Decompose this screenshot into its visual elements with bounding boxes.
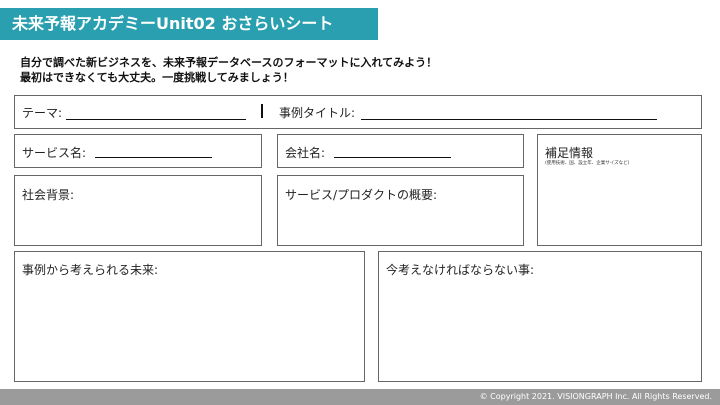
supplement-label: 補足情報 bbox=[545, 146, 594, 160]
intro-text: 自分で調べた新ビジネスを、未来予報データベースのフォーマットに入れてみよう！ 最… bbox=[20, 55, 437, 85]
social-background-label: 社会背景: bbox=[22, 188, 75, 202]
theme-row-box bbox=[14, 95, 702, 129]
future-label: 事例から考えられる未来: bbox=[22, 263, 159, 277]
company-name-underline[interactable] bbox=[334, 157, 451, 158]
service-name-underline[interactable] bbox=[95, 157, 212, 158]
case-title-underline[interactable] bbox=[361, 119, 657, 120]
supplement-note: (使用技術、国、設立年、企業サイズなど) bbox=[545, 161, 630, 166]
intro-line-1: 自分で調べた新ビジネスを、未来予報データベースのフォーマットに入れてみよう！ bbox=[20, 56, 438, 69]
sheet-title: 未来予報アカデミーUnit02 おさらいシート bbox=[0, 8, 378, 40]
copyright-footer: © Copyright 2021. VISIONGRAPH Inc. All R… bbox=[0, 389, 720, 405]
intro-line-2: 最初はできなくても大丈夫。一度挑戦してみましょう！ bbox=[20, 71, 294, 84]
think-now-label: 今考えなければならない事: bbox=[386, 263, 535, 277]
theme-underline[interactable] bbox=[66, 119, 246, 120]
service-name-label: サービス名: bbox=[22, 146, 87, 160]
company-name-label: 会社名: bbox=[285, 146, 326, 160]
theme-label: テーマ: bbox=[22, 106, 63, 120]
theme-divider bbox=[261, 104, 263, 118]
case-title-label: 事例タイトル: bbox=[279, 106, 356, 120]
service-overview-label: サービス/プロダクトの概要: bbox=[285, 188, 438, 202]
